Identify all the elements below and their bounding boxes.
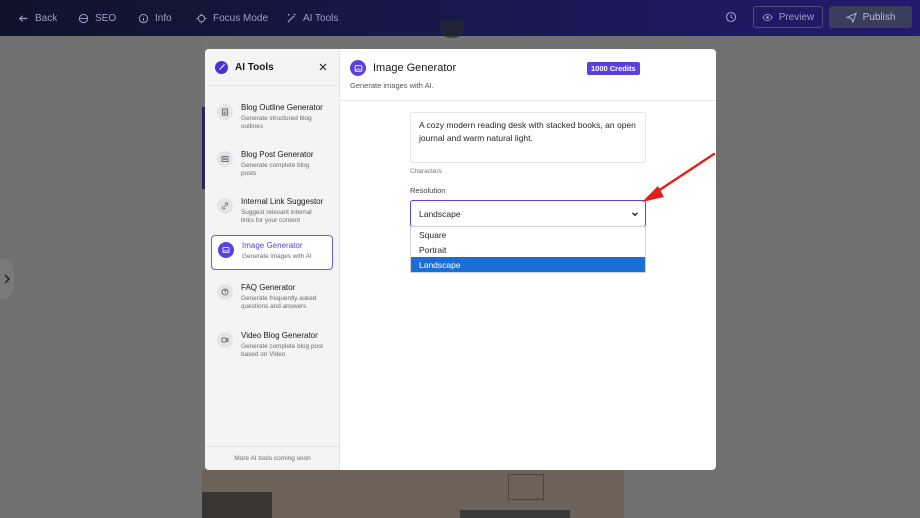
preview-label: Preview [778, 11, 815, 23]
publish-label: Publish [862, 11, 896, 23]
tool-blog-post-generator[interactable]: Blog Post Generator Generate complete bl… [211, 145, 333, 183]
magic-wand-icon [287, 12, 296, 23]
arrow-left-icon [18, 14, 28, 22]
sidebar-title: AI Tools [235, 61, 274, 73]
ai-tools-logo-icon [215, 60, 228, 74]
credits-badge: 1000 Credits [587, 62, 640, 75]
ai-tools-label: AI Tools [303, 12, 339, 24]
focus-mode-button[interactable]: Focus Mode [196, 0, 268, 36]
sidebar-footer: More AI tools coming soon [205, 446, 340, 470]
resolution-value: Landscape [419, 208, 461, 219]
resolution-label: Resolution [410, 186, 446, 195]
backdrop-books [202, 492, 272, 518]
resolution-select[interactable]: Landscape [410, 200, 646, 227]
info-icon [138, 13, 149, 23]
tool-internal-link-suggestor[interactable]: Internal Link Suggestor Suggest relevant… [211, 192, 333, 232]
tools-sidebar: AI Tools Blog Outline Generator Generate… [205, 49, 340, 470]
option-portrait[interactable]: Portrait [411, 242, 645, 257]
question-icon [217, 284, 233, 300]
ai-tools-button[interactable]: AI Tools [286, 0, 338, 36]
info-label: Info [155, 12, 172, 24]
image-icon [218, 242, 234, 258]
post-icon [217, 151, 233, 167]
panel-title: Image Generator [373, 62, 457, 74]
backdrop-screen [460, 510, 570, 518]
tool-name: Internal Link Suggestor [241, 197, 324, 206]
backdrop-frame [508, 474, 544, 500]
tool-description: Suggest relevant internal links for your… [241, 209, 312, 224]
characters-label: Characters [410, 168, 442, 175]
resolution-dropdown: Square Portrait Landscape [410, 226, 646, 273]
chevron-down-icon [632, 212, 638, 217]
history-icon[interactable] [725, 11, 737, 23]
focus-mode-label: Focus Mode [213, 12, 269, 24]
tool-description: Generate complete blog post based on Vid… [241, 343, 324, 358]
focus-icon [196, 12, 207, 24]
prompt-textarea[interactable]: A cozy modern reading desk with stacked … [410, 112, 646, 163]
preview-button[interactable]: Preview [753, 6, 823, 28]
seo-button[interactable]: SEO [78, 0, 116, 36]
image-generator-panel: Image Generator 1000 Credits Generate im… [340, 49, 716, 470]
tool-faq-generator[interactable]: FAQ Generator Generate frequently asked … [211, 278, 333, 318]
tool-image-generator[interactable]: Image Generator Generate images with AI [211, 235, 333, 270]
tool-name: FAQ Generator [241, 283, 296, 292]
close-button[interactable] [317, 61, 328, 72]
tool-name: Blog Post Generator [241, 150, 314, 159]
article-image-backdrop [202, 470, 624, 518]
tool-description: Generate structured blog outlines [241, 115, 312, 130]
option-square[interactable]: Square [411, 227, 645, 242]
tool-description: Generate images with AI [242, 253, 312, 260]
back-button[interactable]: Back [18, 0, 57, 36]
ai-tools-modal: AI Tools Blog Outline Generator Generate… [205, 49, 716, 470]
publish-button[interactable]: Publish [829, 6, 912, 28]
tool-description: Generate complete blog posts [241, 162, 310, 177]
send-icon [845, 12, 857, 23]
document-icon [217, 104, 233, 120]
tool-blog-outline-generator[interactable]: Blog Outline Generator Generate structur… [211, 98, 333, 136]
close-icon [319, 63, 326, 70]
annotation-arrow [642, 152, 716, 202]
chevron-right-icon [4, 274, 11, 284]
tool-video-blog-generator[interactable]: Video Blog Generator Generate complete b… [211, 326, 333, 366]
tool-name: Video Blog Generator [241, 331, 318, 340]
heading-fragment [440, 20, 464, 38]
seo-label: SEO [95, 12, 117, 24]
globe-icon [78, 13, 89, 23]
tool-description: Generate frequently asked questions and … [241, 295, 317, 310]
info-button[interactable]: Info [138, 0, 172, 36]
eye-icon [762, 13, 773, 21]
video-icon [217, 332, 233, 348]
back-label: Back [35, 12, 58, 24]
panel-subtitle: Generate images with AI. [350, 81, 434, 90]
tool-name: Image Generator [242, 241, 303, 250]
link-icon [217, 198, 233, 214]
panel-header: Image Generator 1000 Credits Generate im… [340, 49, 716, 101]
image-icon [350, 60, 366, 76]
tool-name: Blog Outline Generator [241, 103, 323, 112]
option-landscape[interactable]: Landscape [411, 257, 645, 272]
